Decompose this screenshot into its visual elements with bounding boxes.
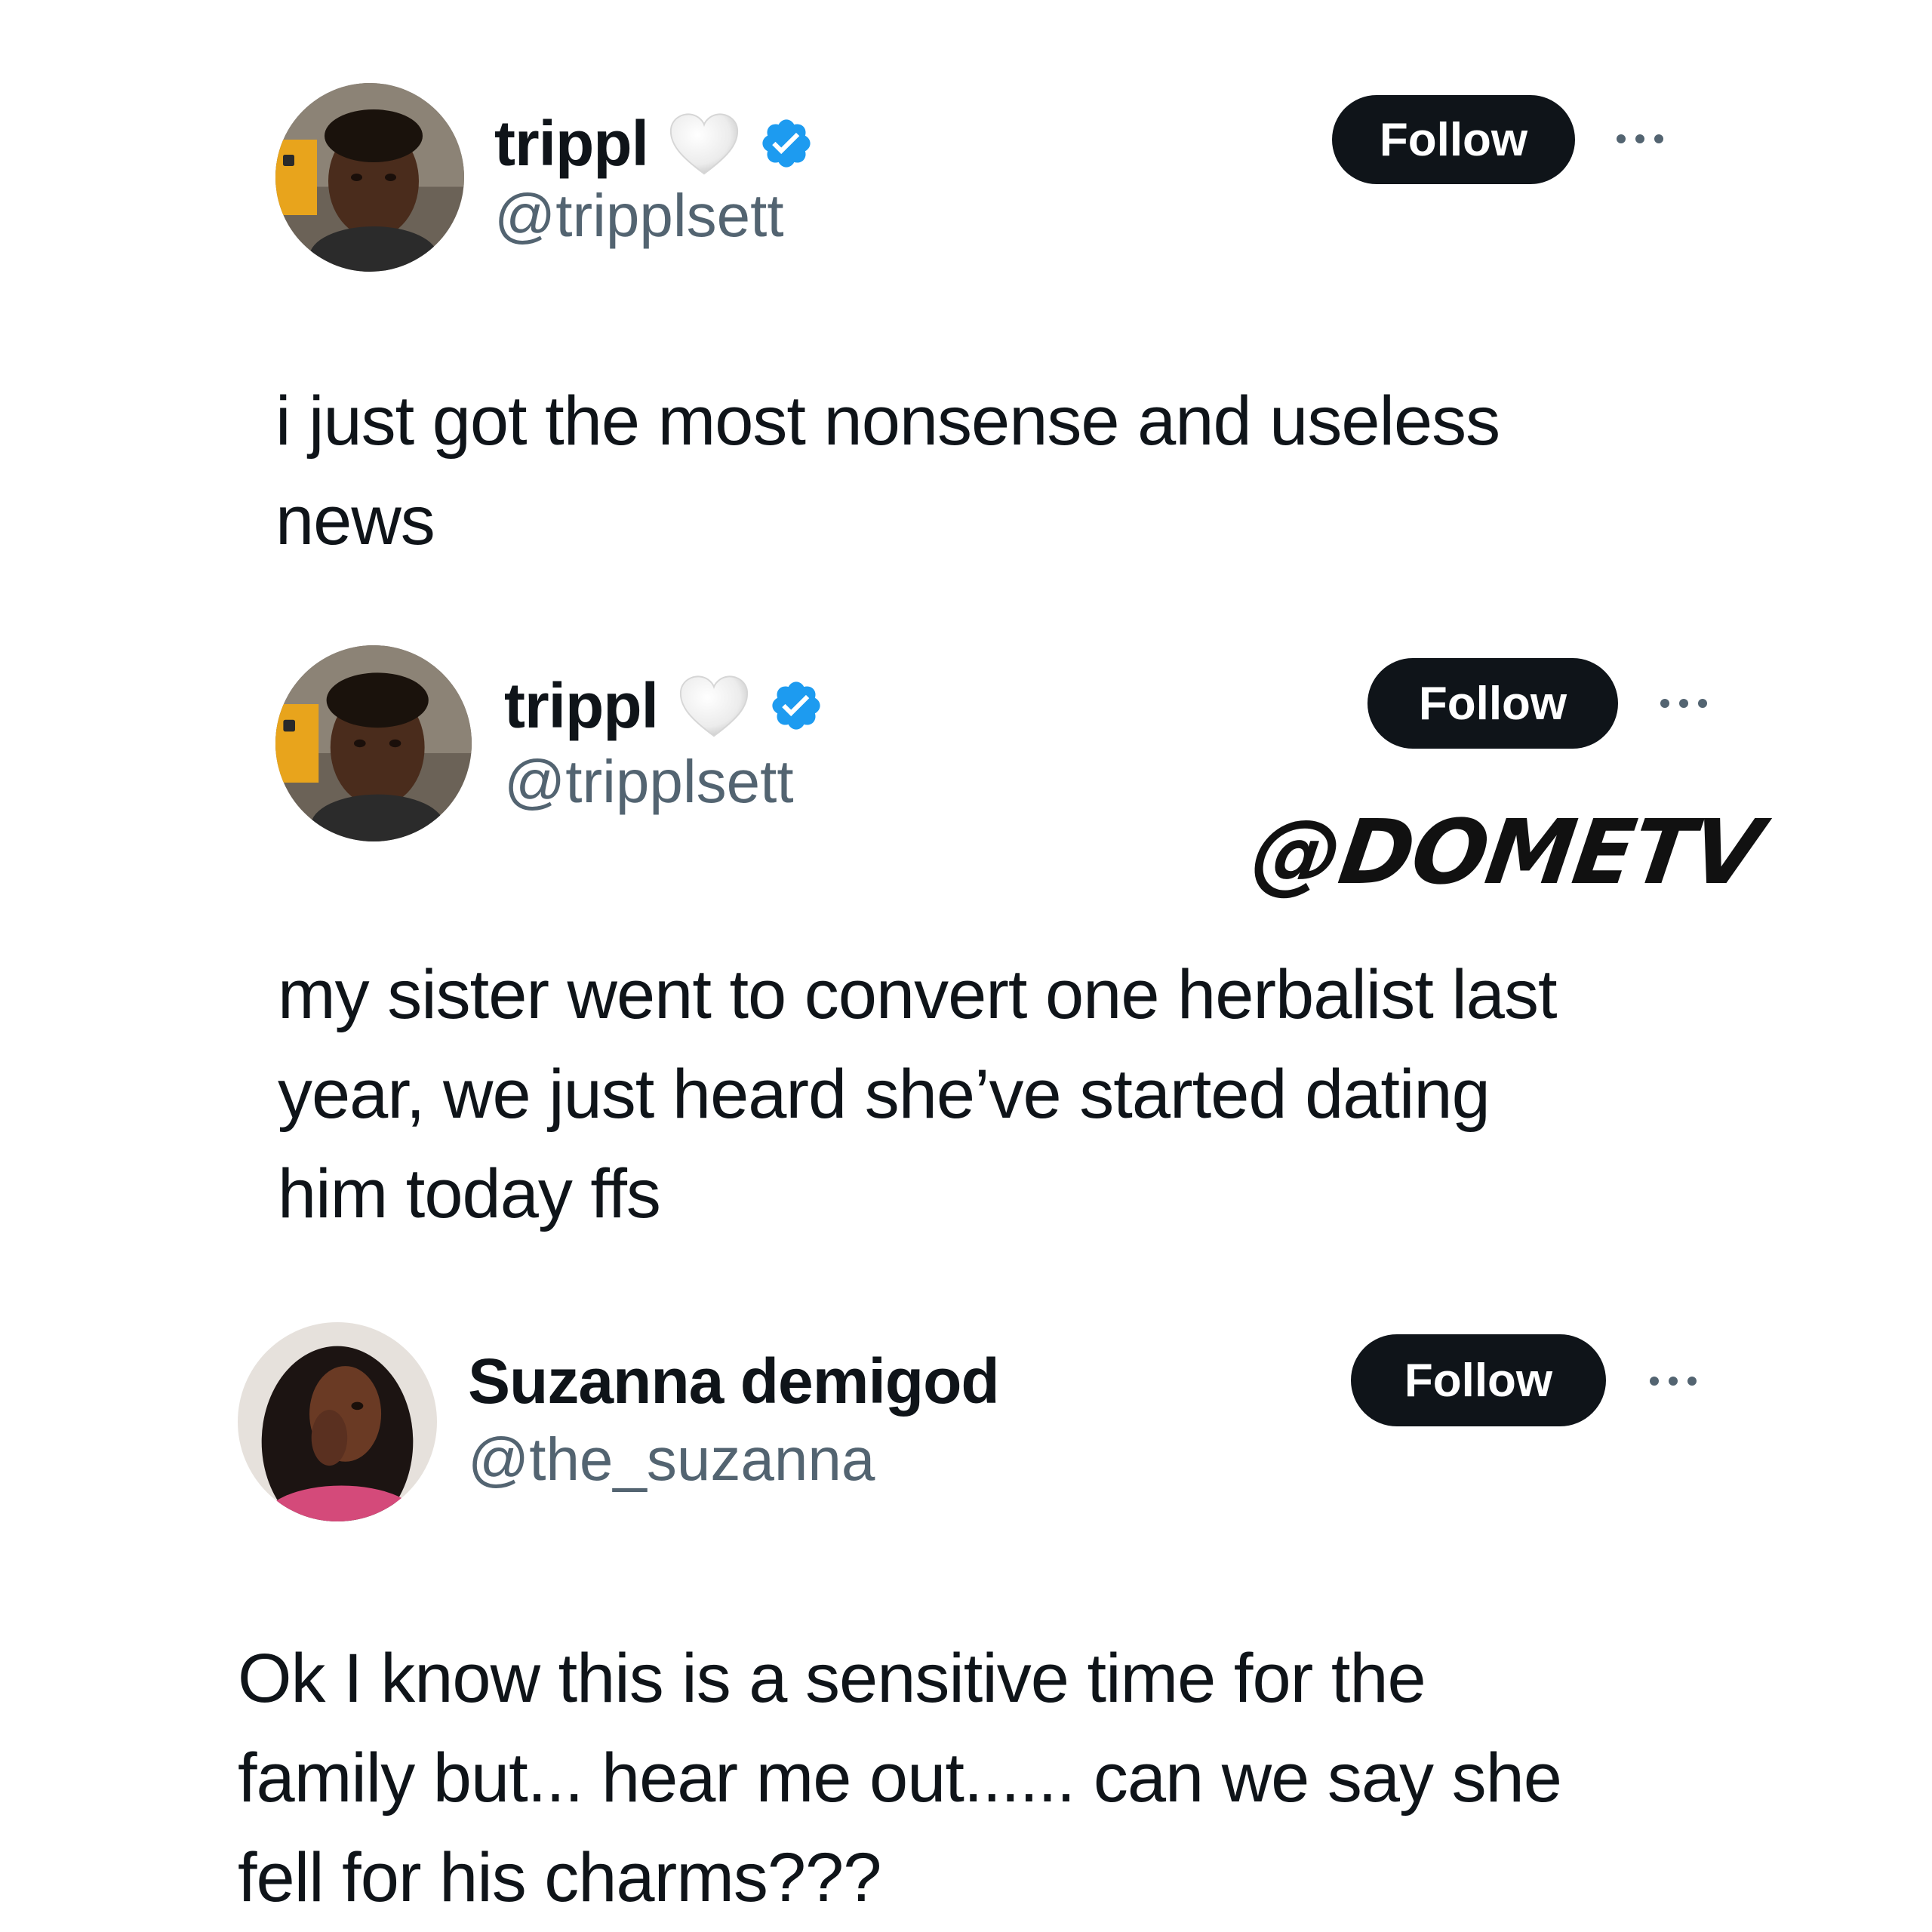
follow-button[interactable]: Follow — [1332, 95, 1575, 184]
display-name[interactable]: trippl — [504, 669, 659, 743]
verified-badge-icon — [772, 681, 820, 730]
display-name[interactable]: Suzanna demigod — [468, 1345, 1000, 1418]
tweet-text: my sister went to convert one herbalist … — [278, 956, 1558, 1232]
avatar-image-icon — [275, 83, 464, 272]
more-options-icon[interactable] — [1614, 131, 1666, 146]
follow-button[interactable]: Follow — [1367, 658, 1618, 749]
avatar[interactable] — [275, 645, 472, 841]
white-heart-icon — [680, 675, 748, 737]
more-options-icon[interactable] — [1647, 1374, 1700, 1389]
verified-badge-icon — [762, 119, 811, 168]
name-row: trippl — [504, 664, 824, 747]
name-row: Suzanna demigod — [468, 1340, 1000, 1423]
avatar[interactable] — [238, 1322, 437, 1521]
name-row: trippl — [494, 102, 814, 185]
tweet-text: Ok I know this is a sensitive time for t… — [238, 1640, 1562, 1916]
follow-button[interactable]: Follow — [1351, 1334, 1606, 1426]
watermark-text: @DOMETV — [1245, 800, 1767, 904]
display-name[interactable]: trippl — [494, 107, 649, 180]
handle[interactable]: @tripplsett — [504, 747, 794, 817]
handle[interactable]: @tripplsett — [494, 181, 784, 251]
tweet-text: i just got the most nonsense and useless… — [275, 383, 1500, 559]
white-heart-icon — [670, 113, 738, 175]
handle[interactable]: @the_suzanna — [468, 1425, 875, 1494]
avatar[interactable] — [275, 83, 464, 272]
avatar-image-icon — [275, 645, 472, 841]
more-options-icon[interactable] — [1657, 696, 1710, 711]
avatar-image-icon — [238, 1322, 437, 1521]
